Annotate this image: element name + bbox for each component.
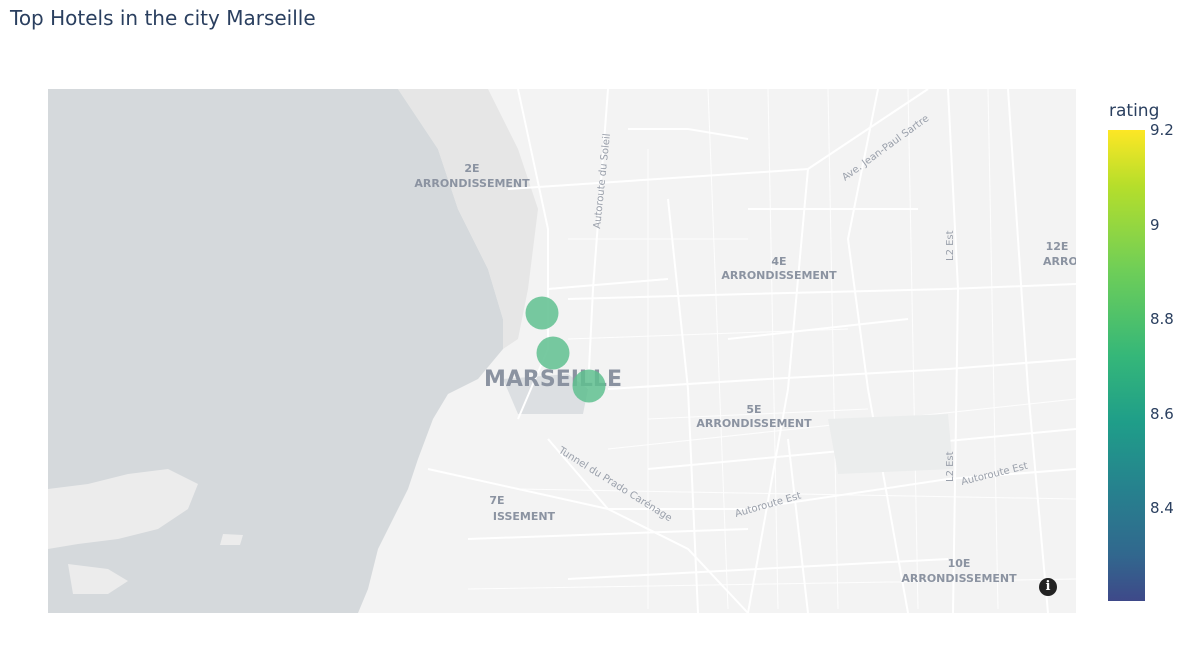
svg-text:7E: 7E — [489, 494, 504, 507]
park — [828, 414, 953, 474]
hotel-marker[interactable] — [525, 296, 559, 330]
colorbar-title: rating — [1109, 101, 1160, 121]
svg-text:L2 Est: L2 Est — [945, 451, 956, 482]
svg-text:2E: 2E — [464, 162, 479, 175]
svg-text:4E: 4E — [771, 255, 786, 268]
svg-text:ARRONDISSEMENT: ARRONDISSEMENT — [901, 572, 1017, 585]
chart-title: Top Hotels in the city Marseille — [10, 6, 316, 30]
svg-text:10E: 10E — [948, 557, 971, 570]
svg-text:ARRONDISSEMENT: ARRONDISSEMENT — [414, 177, 530, 190]
svg-text:L2 Est: L2 Est — [945, 230, 956, 261]
hotel-marker[interactable] — [536, 336, 570, 370]
svg-text:ARRONDISS: ARRONDISS — [1043, 255, 1076, 268]
map-canvas[interactable]: 2E ARRONDISSEMENT 4E ARRONDISSEMENT 5E A… — [48, 89, 1076, 613]
island — [220, 534, 243, 545]
map-view[interactable]: 2E ARRONDISSEMENT 4E ARRONDISSEMENT 5E A… — [48, 89, 1076, 613]
street-grid — [427, 89, 1076, 613]
svg-text:ARRONDISSEMENT: ARRONDISSEMENT — [696, 417, 812, 430]
colorbar-tick: 8.4 — [1150, 499, 1174, 517]
hotel-marker[interactable] — [572, 369, 606, 403]
colorbar-tick: 9 — [1150, 216, 1160, 234]
svg-text:Ave. Jean-Paul Sartre: Ave. Jean-Paul Sartre — [840, 113, 931, 183]
colorbar — [1108, 130, 1145, 601]
colorbar-tick: 8.6 — [1150, 405, 1174, 423]
colorbar-tick: 8.8 — [1150, 310, 1174, 328]
svg-text:ISSEMENT: ISSEMENT — [493, 510, 556, 523]
svg-text:5E: 5E — [746, 403, 761, 416]
colorbar-tick: 9.2 — [1150, 121, 1174, 139]
svg-text:Autoroute du Soleil: Autoroute du Soleil — [592, 133, 613, 229]
svg-text:ARRONDISSEMENT: ARRONDISSEMENT — [721, 269, 837, 282]
info-icon[interactable]: i — [1039, 578, 1057, 596]
svg-text:12E: 12E — [1046, 240, 1069, 253]
